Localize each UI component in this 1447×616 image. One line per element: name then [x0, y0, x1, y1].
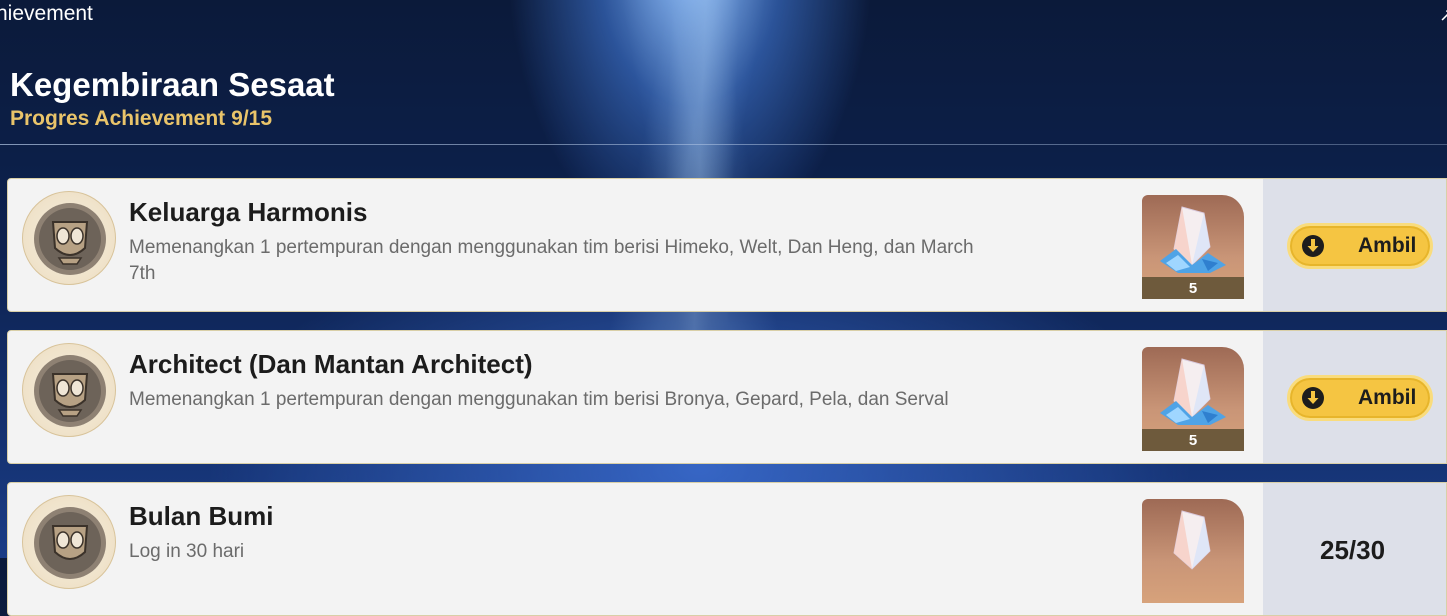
achievement-card: Architect (Dan Mantan Architect) Memenan…: [7, 330, 1447, 464]
achievement-description: Memenangkan 1 pertempuran dengan menggun…: [129, 389, 949, 410]
crystal-icon: [1160, 206, 1226, 273]
claim-button[interactable]: Ambil: [1287, 375, 1433, 421]
category-progress: Progres Achievement 9/15: [10, 107, 272, 131]
category-title: Kegembiraan Sesaat: [10, 66, 335, 103]
achievement-emblem-icon: [22, 495, 116, 589]
crystal-icon: [1160, 358, 1226, 425]
reward-item[interactable]: 5: [1142, 195, 1244, 299]
achievement-card: Keluarga Harmonis Memenangkan 1 pertempu…: [7, 178, 1447, 312]
claim-button-label: Ambil: [1358, 234, 1417, 257]
achievement-card: Bulan Bumi Log in 30 hari 25/30: [7, 482, 1447, 616]
header-divider: [0, 144, 1447, 145]
achievement-title: Architect (Dan Mantan Architect): [129, 349, 533, 379]
progress-value: 9/15: [231, 107, 273, 130]
achievement-title: Keluarga Harmonis: [129, 197, 368, 227]
achievement-emblem-icon: [22, 191, 116, 285]
download-icon: [1302, 235, 1324, 257]
claim-button-label: Ambil: [1358, 386, 1417, 409]
reward-item[interactable]: [1142, 499, 1244, 603]
achievement-description: Memenangkan 1 pertempuran dengan menggun…: [129, 237, 974, 284]
achievement-title: Bulan Bumi: [129, 501, 274, 531]
progress-label: Progres Achievement: [10, 107, 226, 130]
claim-button[interactable]: Ambil: [1287, 223, 1433, 269]
achievement-description: Log in 30 hari: [129, 541, 245, 562]
reward-item[interactable]: 5: [1142, 347, 1244, 451]
window-title: hievement: [0, 2, 93, 25]
reward-count: 5: [1188, 432, 1198, 449]
achievement-emblem-icon: [22, 343, 116, 437]
crystal-icon: [1173, 510, 1211, 570]
reward-count: 5: [1188, 280, 1198, 297]
corner-mark-icon: ↗: [1439, 5, 1447, 25]
achievement-progress-counter: 25/30: [1320, 535, 1386, 565]
download-icon: [1302, 387, 1324, 409]
